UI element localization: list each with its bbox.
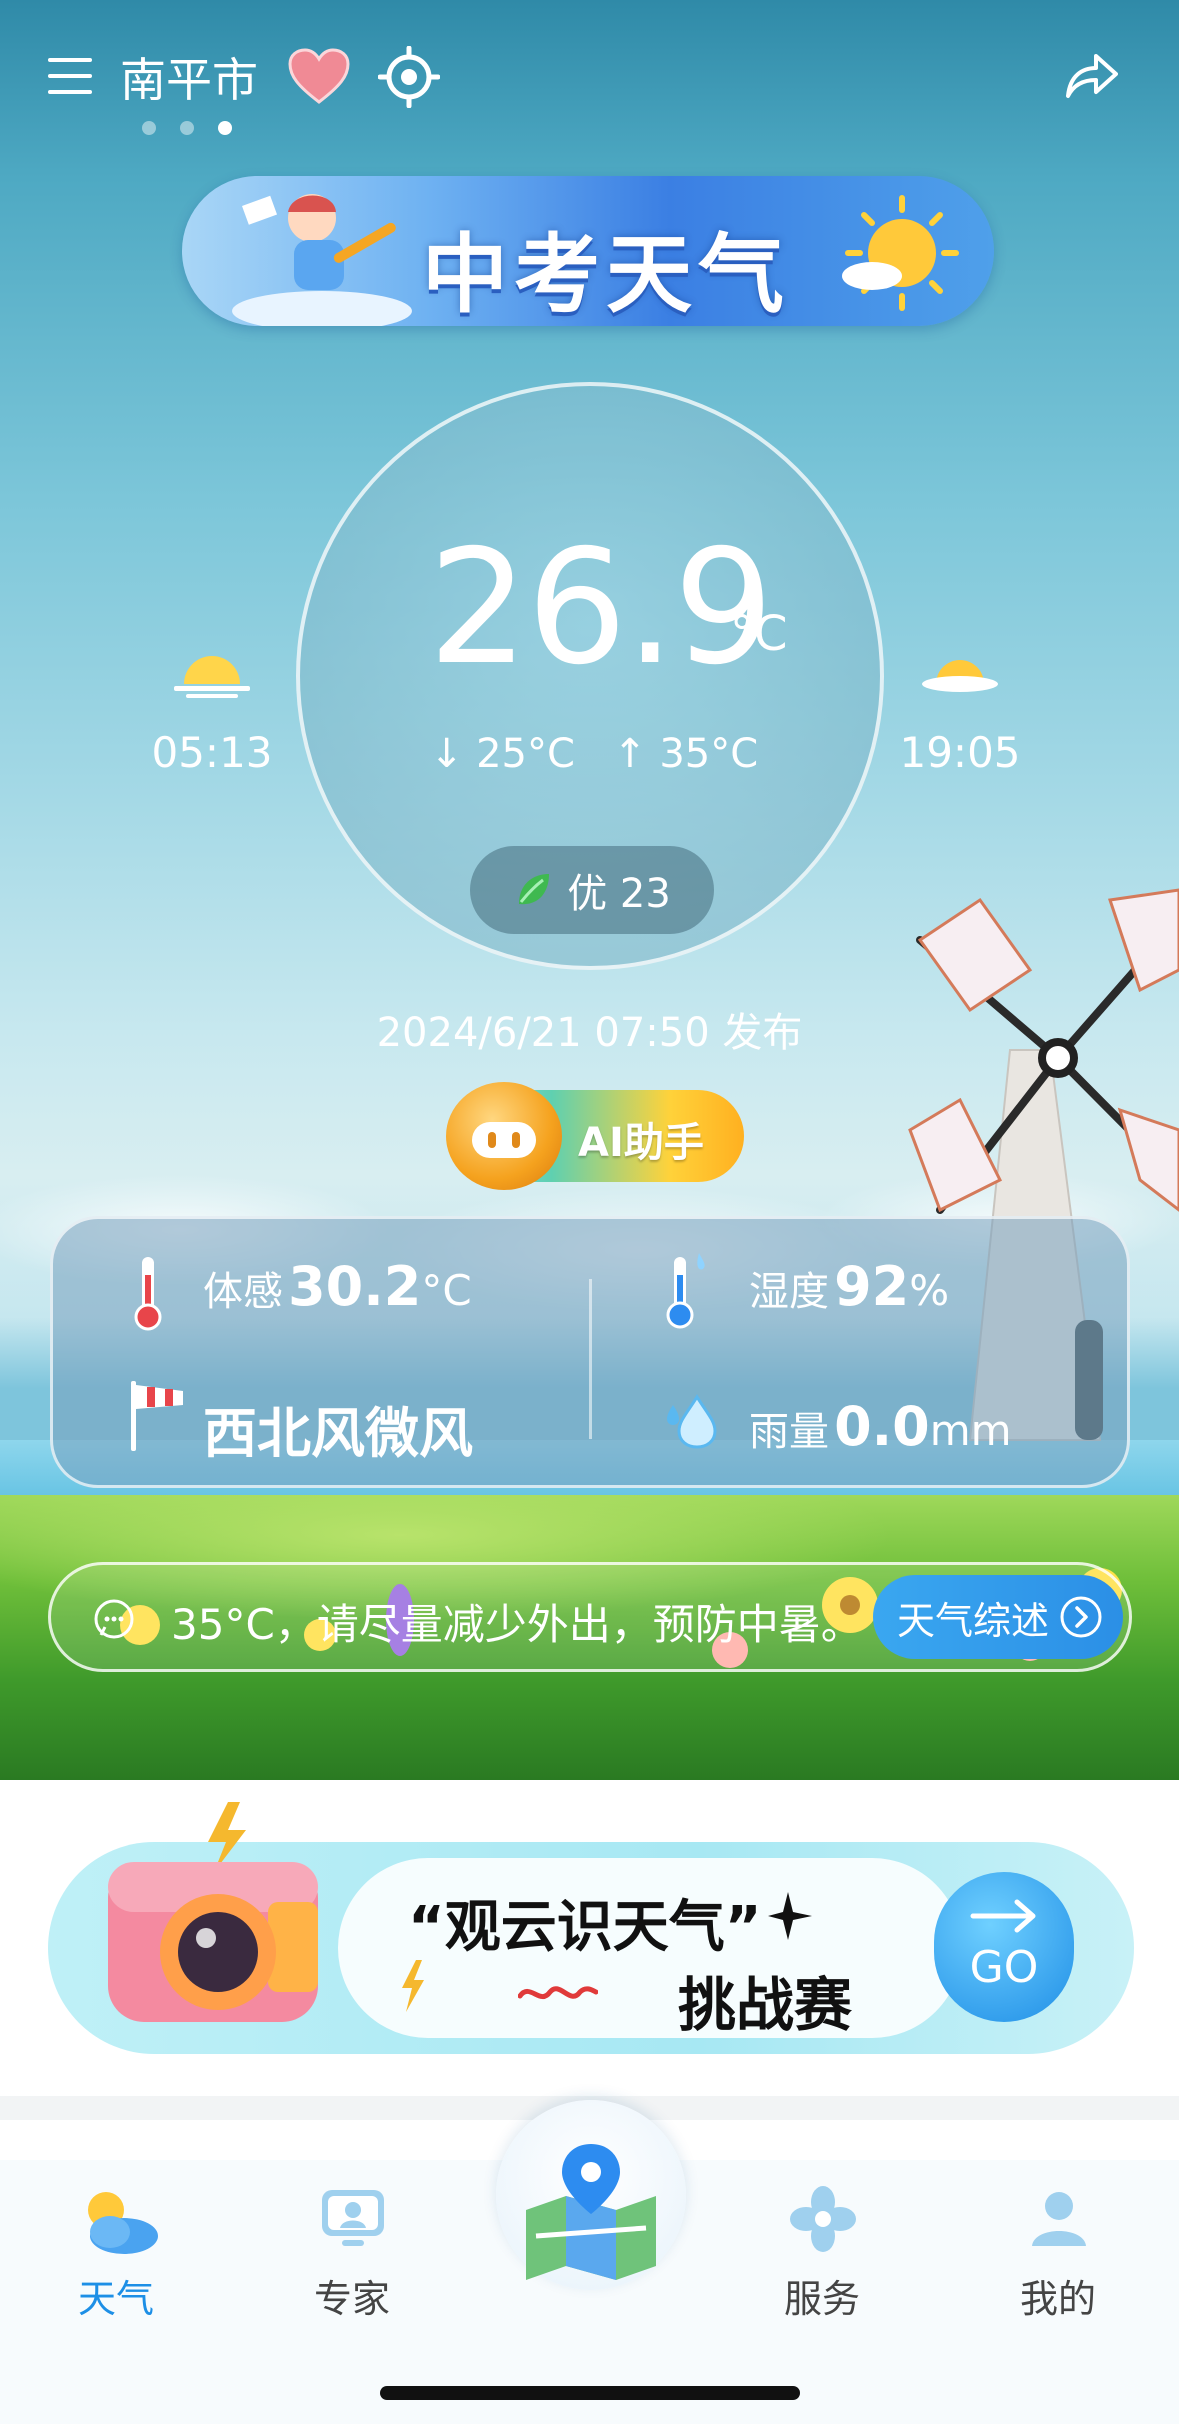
weather-details-card: 体感 30.2°C 湿度 92% 西北风微风 雨量 0.0mm — [50, 1216, 1130, 1488]
tab-profile-label: 我的 — [1019, 2277, 1096, 2321]
cloud-challenge-banner[interactable]: “观云识天气” 挑战赛 GO — [48, 1802, 1134, 2054]
home-indicator — [380, 2386, 800, 2400]
page-dot-3 — [218, 121, 232, 135]
ai-assistant-label: AI助手 — [578, 1120, 704, 1166]
low-temperature: 25°C — [476, 731, 575, 777]
challenge-title-line1: “观云识天气” — [408, 1895, 762, 1960]
exam-banner-title: 中考天气 — [422, 225, 790, 325]
lightning-icon — [402, 1960, 424, 2012]
weather-icon — [88, 2192, 158, 2254]
expert-icon — [322, 2190, 384, 2246]
sunset-time: 19:05 — [899, 728, 1021, 777]
leaf-icon — [519, 874, 550, 905]
high-temperature: 35°C — [659, 731, 759, 777]
feels-like-label: 体感 — [203, 1269, 283, 1315]
weather-summary-label: 天气综述 — [897, 1598, 1050, 1643]
sun-cloud-icon — [842, 195, 959, 311]
tab-weather[interactable]: 天气 — [26, 2160, 206, 2321]
sparkle-icon — [768, 1892, 812, 1940]
tab-service[interactable]: 服务 — [732, 2160, 912, 2321]
page-dot-2 — [180, 121, 194, 135]
sunset-icon — [920, 650, 1000, 700]
tab-weather-label: 天气 — [77, 2277, 154, 2321]
locate-icon[interactable] — [377, 45, 441, 109]
challenge-title-line2: 挑战赛 — [678, 1971, 853, 2039]
tab-service-label: 服务 — [783, 2277, 860, 2321]
menu-icon — [48, 58, 92, 94]
air-quality-badge[interactable]: 优 23 — [470, 846, 714, 934]
weather-summary-button[interactable]: 天气综述 — [873, 1575, 1123, 1659]
rainfall-value: 0.0 — [834, 1395, 930, 1458]
humidity-label: 湿度 — [749, 1269, 829, 1315]
ai-assistant-button[interactable]: AI助手 — [446, 1082, 744, 1190]
chat-bubble-icon — [94, 1599, 134, 1639]
challenge-text-panel: “观云识天气” 挑战赛 — [338, 1858, 962, 2039]
city-name[interactable]: 南平市 — [120, 44, 258, 110]
wind-description: 西北风微风 — [203, 1402, 473, 1465]
sunrise-time: 05:13 — [151, 728, 273, 777]
card-divider — [589, 1279, 592, 1439]
temperature-unit: °C — [730, 606, 788, 662]
rainfall: 雨量 0.0mm — [749, 1395, 1012, 1458]
sunrise-icon — [172, 650, 252, 700]
wind-flag-icon — [131, 1381, 183, 1451]
arrow-right-icon — [970, 1899, 1036, 1933]
weather-tip-bar[interactable]: 35°C，请尽量减少外出，预防中暑。 天气综述 — [48, 1562, 1132, 1672]
squiggle-decoration — [518, 1986, 598, 2000]
humidity-thermometer-icon — [666, 1253, 705, 1329]
tab-expert[interactable]: 专家 — [262, 2160, 442, 2321]
student-illustration — [232, 194, 412, 326]
publish-time: 2024/6/21 07:50 发布 — [376, 1010, 803, 1056]
profile-icon — [1032, 2192, 1086, 2246]
page-dot-1 — [142, 121, 156, 135]
thermometer-icon — [134, 1257, 162, 1331]
humidity-unit: % — [909, 1266, 950, 1315]
arrow-down-icon: ↓ — [429, 731, 464, 777]
exam-weather-banner[interactable]: 中考天气 — [182, 176, 994, 326]
aqi-label: 优 23 — [567, 871, 671, 917]
go-button[interactable]: GO — [934, 1872, 1074, 2022]
weather-tip-text: 35°C，请尽量减少外出，预防中暑。 — [171, 1600, 863, 1649]
rainfall-unit: mm — [929, 1406, 1012, 1455]
humidity: 湿度 92% — [749, 1255, 949, 1318]
humidity-value: 92 — [834, 1255, 910, 1318]
map-button[interactable] — [496, 2100, 686, 2290]
camera-illustration — [108, 1802, 318, 2022]
feels-like-value: 30.2 — [288, 1255, 422, 1318]
favorite-heart-icon[interactable] — [288, 48, 350, 106]
menu-button[interactable] — [48, 56, 92, 96]
go-label: GO — [969, 1942, 1039, 1993]
tab-profile[interactable]: 我的 — [968, 2160, 1148, 2321]
raindrop-icon — [667, 1394, 717, 1449]
share-icon — [1066, 54, 1118, 98]
feels-like: 体感 30.2°C — [203, 1255, 472, 1318]
feels-like-unit: °C — [421, 1266, 472, 1315]
temperature-circle[interactable]: 26.9 °C ↓ 25°C ↑ 35°C 优 23 — [296, 382, 884, 970]
tab-expert-label: 专家 — [313, 2277, 390, 2321]
share-button[interactable] — [1064, 50, 1118, 100]
rainfall-label: 雨量 — [749, 1409, 829, 1455]
ai-mascot-icon — [446, 1082, 562, 1190]
temperature-range: ↓ 25°C ↑ 35°C — [300, 731, 888, 777]
map-pin-icon — [526, 2144, 656, 2280]
arrow-up-icon: ↑ — [613, 731, 647, 777]
service-icon — [790, 2186, 856, 2252]
chevron-right-circle-icon — [1060, 1596, 1102, 1638]
